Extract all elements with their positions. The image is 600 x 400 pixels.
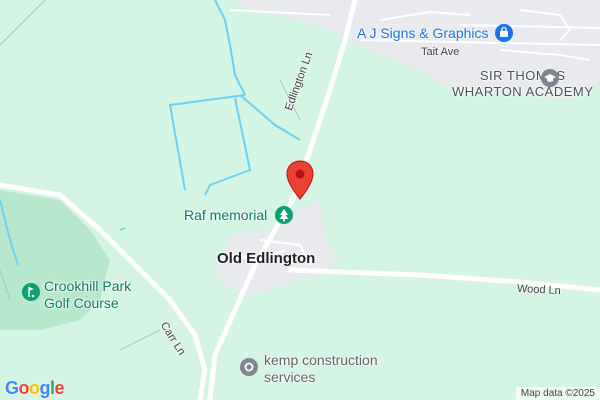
kemp-name-line1: kemp construction	[264, 352, 378, 368]
map-canvas[interactable]: Edlington Ln Tait Ave Wood Ln Carr Ln A …	[0, 0, 600, 400]
road-label-wood-ln: Wood Ln	[516, 282, 562, 298]
kemp-name-line2: services	[264, 369, 316, 385]
poi-label-raf-memorial[interactable]: Raf memorial	[184, 207, 267, 224]
road-label-tait-ave: Tait Ave	[421, 46, 460, 58]
place-label-old-edlington[interactable]: Old Edlington	[217, 250, 315, 267]
poi-label-kemp-construction[interactable]: kemp construction services	[264, 352, 378, 386]
map-attribution[interactable]: Map data ©2025	[515, 387, 600, 400]
golf-name-line2: Golf Course	[44, 295, 119, 311]
logo-letter-g2: g	[39, 378, 51, 398]
shopping-bag-icon[interactable]	[494, 23, 514, 48]
tree-icon[interactable]	[274, 205, 294, 230]
location-dot-icon[interactable]	[239, 357, 259, 382]
poi-label-school[interactable]: SIR THOMAS WHARTON ACADEMY	[452, 68, 593, 100]
red-map-pin-icon[interactable]	[286, 160, 314, 205]
school-name-line2: WHARTON ACADEMY	[452, 84, 594, 99]
school-name-line1: SIR THOMAS	[479, 68, 566, 83]
graduation-cap-icon[interactable]	[540, 68, 560, 93]
logo-letter-o2: o	[29, 378, 40, 398]
logo-letter-o1: o	[18, 378, 30, 398]
poi-label-golf-course[interactable]: Crookhill Park Golf Course	[44, 278, 131, 312]
poi-label-aj-signs[interactable]: A J Signs & Graphics	[357, 25, 489, 41]
google-logo[interactable]: Google	[5, 378, 65, 399]
golf-icon[interactable]	[21, 282, 41, 307]
logo-letter-g: G	[5, 378, 19, 398]
logo-letter-e: e	[54, 378, 65, 398]
golf-name-line1: Crookhill Park	[44, 278, 132, 294]
